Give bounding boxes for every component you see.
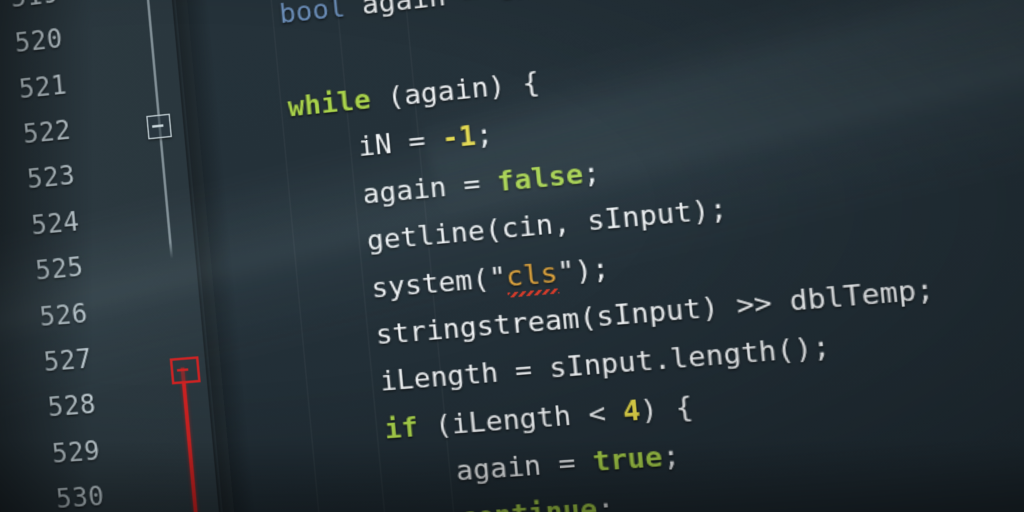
code-token-plain: ; <box>474 119 495 153</box>
code-token-plain: "); <box>556 252 611 289</box>
code-token-kw: while <box>286 84 373 124</box>
code-token-lit: true <box>495 0 566 7</box>
code-text-area[interactable]: string sInput; int iLength, iN; double d… <box>199 0 1024 512</box>
code-token-type: bool <box>278 0 347 31</box>
code-token-plain: ) { <box>638 391 695 428</box>
code-token-plain: ; <box>595 493 617 512</box>
code-token-lit: true <box>591 441 664 479</box>
code-token-kw: if <box>383 411 420 446</box>
code-token-plain: (iLength < <box>416 396 625 444</box>
code-token-num: -1 <box>440 121 478 156</box>
code-token-plain: ; <box>660 440 682 474</box>
code-token-kw: continue <box>459 495 599 512</box>
editor-perspective-wrapper: 5175185195205215225235245255265275285295… <box>0 0 1024 512</box>
misspelled-string-token: cls <box>504 257 560 298</box>
code-editor-screenshot: 5175185195205215225235245255265275285295… <box>0 0 1024 512</box>
code-token-plain: ; <box>581 156 602 191</box>
code-token-lit: false <box>495 158 585 199</box>
code-token-plain: (again) { <box>369 66 542 116</box>
